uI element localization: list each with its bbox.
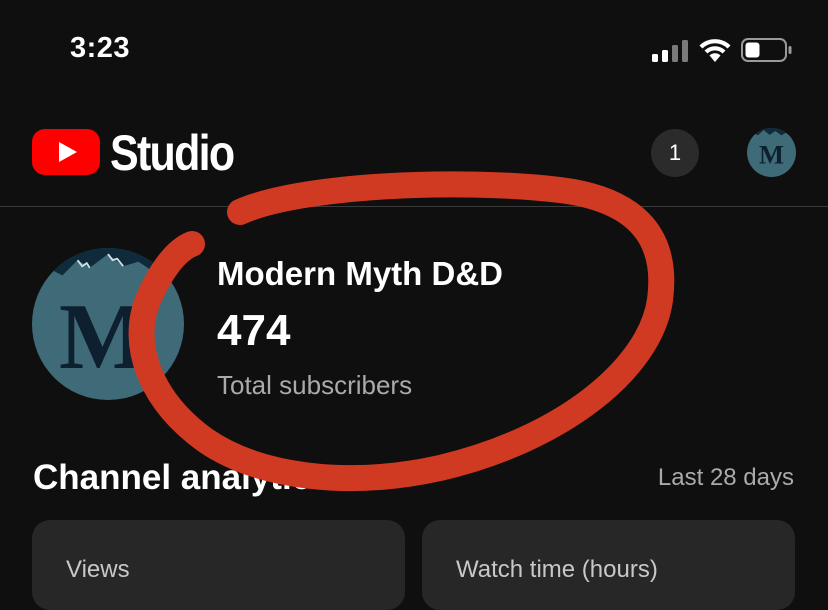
- analytics-period[interactable]: Last 28 days: [658, 464, 794, 492]
- header-divider: [0, 206, 828, 207]
- wifi-icon: [699, 39, 731, 62]
- app-name: Studio: [110, 125, 235, 181]
- notification-badge[interactable]: 1: [651, 129, 699, 177]
- youtube-logo-icon[interactable]: [32, 129, 100, 175]
- views-card[interactable]: Views: [32, 520, 405, 610]
- channel-name: Modern Myth D&D: [217, 255, 503, 292]
- account-avatar[interactable]: M: [747, 128, 796, 177]
- subscriber-label: Total subscribers: [217, 370, 413, 400]
- status-time: 3:23: [70, 32, 131, 64]
- watch-time-card-label: Watch time (hours): [456, 556, 658, 583]
- battery-icon: [741, 38, 792, 62]
- avatar-letter: M: [759, 139, 784, 169]
- channel-avatar-letter: M: [59, 285, 148, 389]
- subscriber-count: 474: [217, 306, 291, 355]
- signal-icon: [652, 40, 688, 62]
- channel-avatar[interactable]: M: [32, 248, 184, 400]
- watch-time-card[interactable]: Watch time (hours): [422, 520, 795, 610]
- analytics-title: Channel analytics: [33, 458, 331, 497]
- views-card-label: Views: [66, 556, 130, 583]
